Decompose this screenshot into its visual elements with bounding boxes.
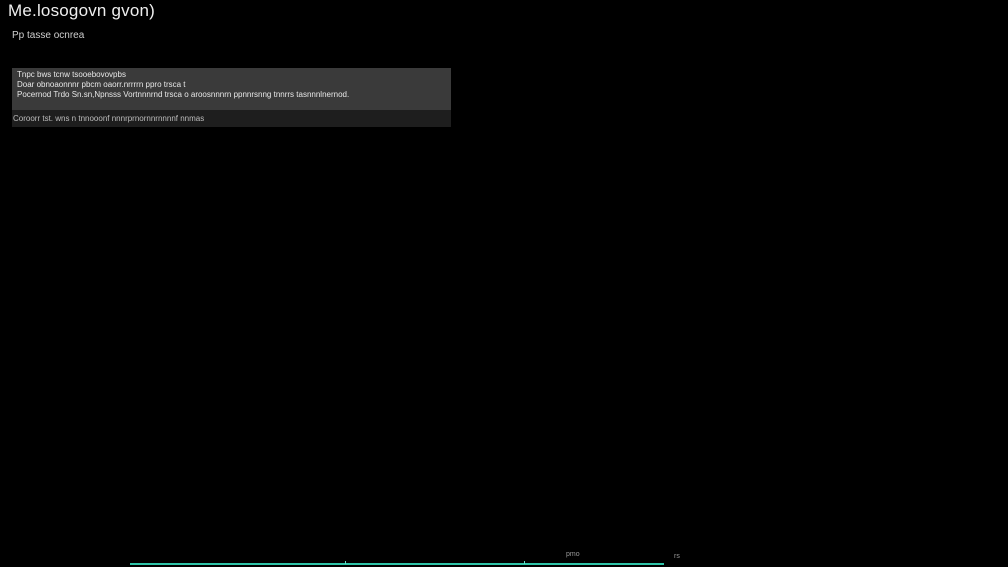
timeline-tick (524, 561, 525, 564)
message-line: Tnpc bws tcnw tsooebovovpbs (17, 70, 126, 79)
timeline-end-label: rs (674, 553, 680, 560)
message-line: Doar obnoaonnnr pbcm oaorr.nrrrrn ppro t… (17, 80, 186, 89)
message-line: Pocernod Trdo Sn.sn,Npnsss Vortnnnrnd tr… (17, 90, 350, 99)
page-subtitle: Pp tasse ocnrea (12, 30, 85, 41)
message-footer: Coroorr tst. wns n tnnooonf nnnrprnornnr… (12, 110, 451, 127)
timeline-mid-label: pmo (566, 551, 580, 558)
timeline-line[interactable] (130, 563, 664, 565)
timeline-tick (345, 561, 346, 564)
page-title: Me.losogovn gvon) (8, 1, 156, 20)
timeline-scale[interactable]: pmo rs (0, 550, 1008, 567)
message-box: Tnpc bws tcnw tsooebovovpbs Doar obnoaon… (12, 68, 451, 110)
